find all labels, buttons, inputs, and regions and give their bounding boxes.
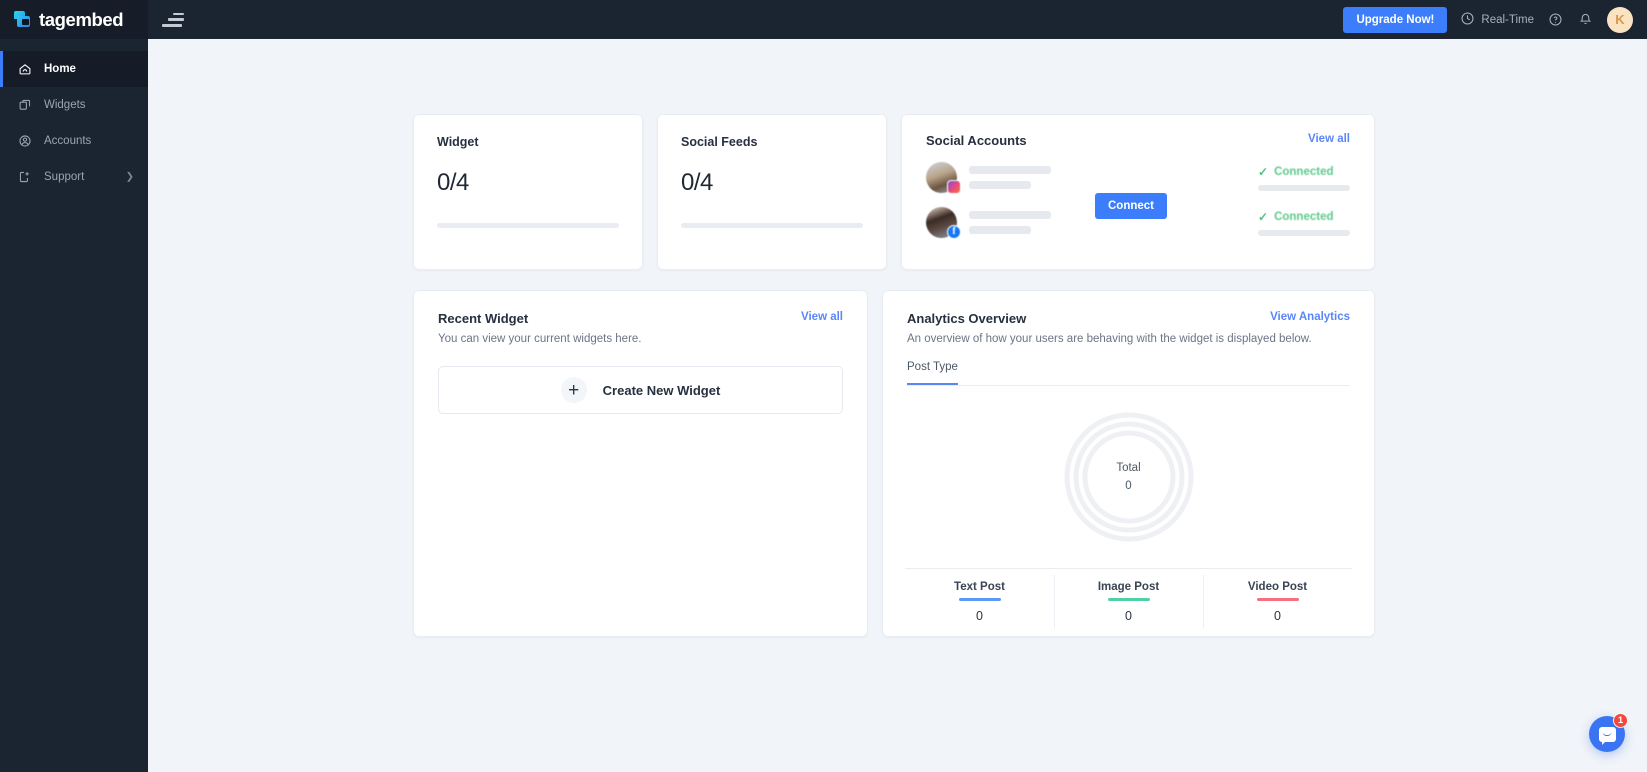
sidebar-item-accounts[interactable]: Accounts bbox=[0, 123, 148, 159]
widget-card-value: 0/4 bbox=[437, 169, 469, 196]
feeds-card-title: Social Feeds bbox=[681, 135, 758, 149]
social-accounts-card: Social Accounts View all ✓ Connected f ✓… bbox=[901, 114, 1375, 270]
sidebar-nav: Home Widgets Accounts Support ❯ bbox=[0, 39, 148, 195]
post-stat-label: Text Post bbox=[954, 581, 1005, 593]
sidebar-item-support[interactable]: Support ❯ bbox=[0, 159, 148, 195]
sidebar-item-widgets[interactable]: Widgets bbox=[0, 87, 148, 123]
account-name-placeholder bbox=[969, 166, 1051, 189]
recent-widget-view-all-link[interactable]: View all bbox=[801, 311, 843, 323]
donut-center-label: Total 0 bbox=[1064, 412, 1194, 542]
sidebar: tagembed Home Widgets Accounts Support ❯ bbox=[0, 0, 148, 772]
social-accounts-title: Social Accounts bbox=[926, 133, 1027, 148]
sidebar-item-label: Accounts bbox=[44, 135, 92, 147]
page-content: Widget 0/4 Social Feeds 0/4 Social Accou… bbox=[148, 39, 1647, 772]
sidebar-item-label: Support bbox=[44, 171, 85, 183]
chat-unread-badge: 1 bbox=[1613, 713, 1628, 728]
bottom-card-row: Recent Widget View all You can view your… bbox=[413, 290, 1375, 637]
account-name-placeholder bbox=[969, 211, 1051, 234]
support-icon bbox=[18, 170, 32, 184]
avatar bbox=[926, 162, 961, 194]
image-post-color-bar bbox=[1107, 598, 1150, 601]
dashboard-grid: Widget 0/4 Social Feeds 0/4 Social Accou… bbox=[413, 114, 1375, 637]
app-root: tagembed Home Widgets Accounts Support ❯… bbox=[0, 0, 1647, 772]
recent-widget-title: Recent Widget bbox=[438, 311, 529, 326]
sidebar-item-label: Widgets bbox=[44, 99, 86, 111]
upgrade-now-button[interactable]: Upgrade Now! bbox=[1343, 6, 1448, 33]
chat-bubble-icon bbox=[1598, 726, 1616, 745]
analytics-title: Analytics Overview bbox=[907, 311, 1027, 326]
recent-widget-subtitle: You can view your current widgets here. bbox=[438, 333, 642, 345]
donut-total-value: 0 bbox=[1125, 480, 1132, 492]
post-stat-value: 0 bbox=[976, 609, 983, 623]
chevron-right-icon: ❯ bbox=[125, 171, 134, 183]
post-stat-value: 0 bbox=[1274, 609, 1281, 623]
donut-total-label: Total bbox=[1116, 462, 1141, 474]
account-status: ✓ Connected bbox=[1258, 165, 1350, 191]
create-new-widget-button[interactable]: + Create New Widget bbox=[438, 366, 843, 414]
check-icon: ✓ bbox=[1258, 164, 1269, 179]
brand[interactable]: tagembed bbox=[0, 0, 148, 39]
text-post-color-bar bbox=[958, 598, 1001, 601]
view-analytics-link[interactable]: View Analytics bbox=[1270, 311, 1350, 323]
help-circle-icon[interactable] bbox=[1547, 11, 1564, 28]
main-area: Upgrade Now! Real-Time K Widget 0/4 Soci… bbox=[148, 0, 1647, 772]
tagembed-logo-icon bbox=[14, 11, 33, 28]
topbar-actions: Upgrade Now! Real-Time K bbox=[1343, 6, 1633, 33]
analytics-header: Analytics Overview View Analytics bbox=[907, 311, 1350, 326]
check-icon: ✓ bbox=[1258, 209, 1269, 224]
hamburger-menu-icon[interactable] bbox=[162, 12, 184, 27]
post-stat-video: Video Post 0 bbox=[1203, 569, 1352, 636]
status-badge: Connected bbox=[1274, 210, 1334, 223]
account-status: ✓ Connected bbox=[1258, 210, 1350, 236]
social-account-row: ✓ Connected bbox=[926, 162, 1350, 194]
post-stat-label: Image Post bbox=[1097, 581, 1160, 593]
post-stat-value: 0 bbox=[1125, 609, 1132, 623]
user-avatar[interactable]: K bbox=[1607, 6, 1633, 33]
post-stat-text: Text Post 0 bbox=[905, 569, 1054, 636]
realtime-button[interactable]: Real-Time bbox=[1460, 11, 1534, 29]
recent-widget-card: Recent Widget View all You can view your… bbox=[413, 290, 868, 637]
top-card-row: Widget 0/4 Social Feeds 0/4 Social Accou… bbox=[413, 114, 1375, 270]
feeds-progress-bar bbox=[681, 223, 863, 228]
chat-launcher-button[interactable]: 1 bbox=[1589, 713, 1628, 752]
bell-icon[interactable] bbox=[1577, 11, 1594, 28]
widget-progress-bar bbox=[437, 223, 619, 228]
post-type-legend: Text Post 0 Image Post 0 Video Post 0 bbox=[905, 568, 1352, 636]
topbar: Upgrade Now! Real-Time K bbox=[148, 0, 1647, 39]
facebook-icon: f bbox=[947, 225, 961, 239]
widget-stat-card: Widget 0/4 bbox=[413, 114, 643, 270]
plus-icon: + bbox=[560, 377, 587, 403]
sidebar-item-label: Home bbox=[44, 63, 76, 75]
tab-post-type[interactable]: Post Type bbox=[907, 361, 958, 385]
analytics-subtitle: An overview of how your users are behavi… bbox=[907, 333, 1312, 345]
realtime-label: Real-Time bbox=[1481, 13, 1534, 26]
avatar: f bbox=[926, 207, 961, 239]
widget-card-title: Widget bbox=[437, 135, 479, 149]
post-stat-label: Video Post bbox=[1247, 581, 1308, 593]
feeds-card-value: 0/4 bbox=[681, 169, 713, 196]
home-icon bbox=[18, 62, 32, 76]
video-post-color-bar bbox=[1256, 598, 1299, 601]
post-stat-image: Image Post 0 bbox=[1054, 569, 1203, 636]
recent-widget-header: Recent Widget View all bbox=[438, 311, 843, 326]
post-type-donut-chart: Total 0 bbox=[907, 386, 1350, 568]
widgets-icon bbox=[18, 98, 32, 112]
social-accounts-header: Social Accounts View all bbox=[926, 133, 1350, 148]
connect-button[interactable]: Connect bbox=[1095, 193, 1167, 219]
status-badge: Connected bbox=[1274, 165, 1334, 178]
clock-icon bbox=[1460, 11, 1475, 29]
social-accounts-view-all-link[interactable]: View all bbox=[1308, 133, 1350, 145]
analytics-overview-card: Analytics Overview View Analytics An ove… bbox=[882, 290, 1375, 637]
instagram-icon bbox=[947, 180, 961, 194]
analytics-tabs: Post Type bbox=[907, 361, 1350, 386]
brand-name: tagembed bbox=[39, 8, 124, 30]
create-new-widget-label: Create New Widget bbox=[602, 382, 721, 398]
social-feeds-stat-card: Social Feeds 0/4 bbox=[657, 114, 887, 270]
accounts-icon bbox=[18, 134, 32, 148]
sidebar-item-home[interactable]: Home bbox=[0, 51, 148, 87]
